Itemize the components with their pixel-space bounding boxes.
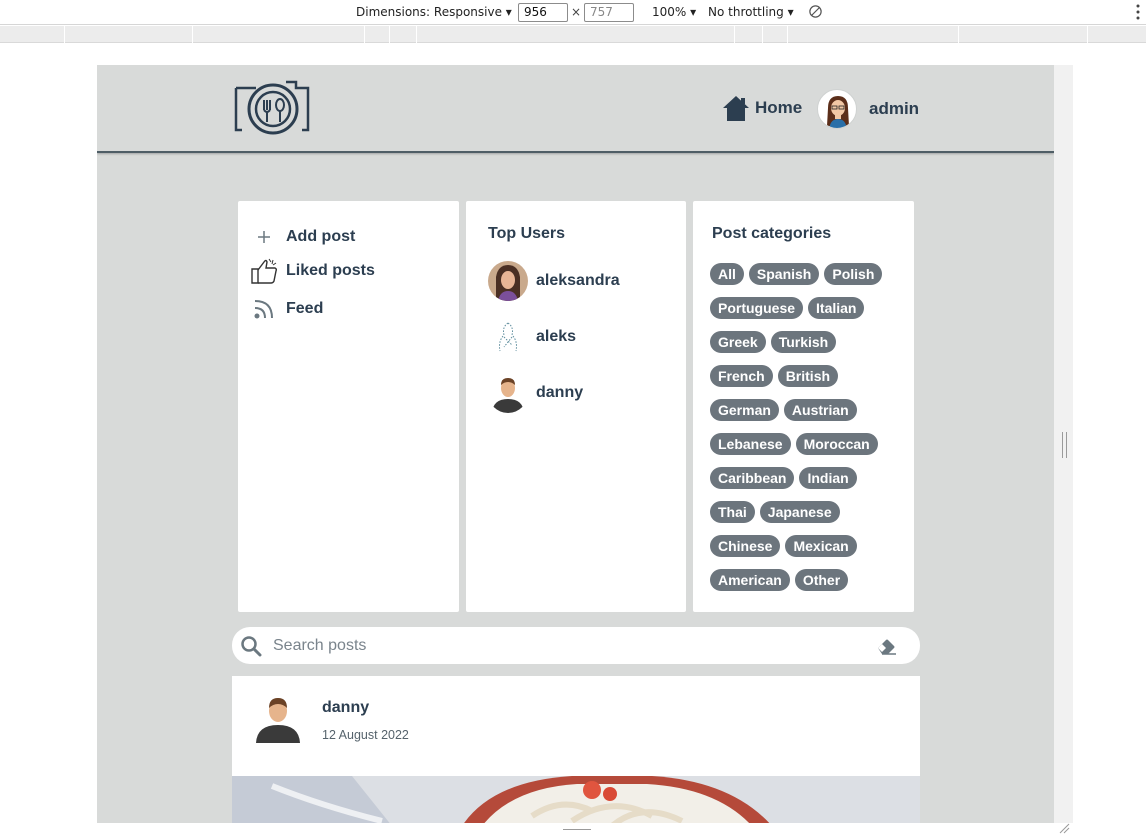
nav-home-link[interactable]: Home <box>721 93 802 123</box>
page-viewport: Home admin Add post Liked posts Feed Top… <box>97 65 1054 823</box>
category-tag[interactable]: Austrian <box>783 399 857 421</box>
category-tag[interactable]: Moroccan <box>795 433 878 455</box>
rss-icon <box>248 293 280 325</box>
categories-title: Post categories <box>712 225 832 242</box>
post-author-avatar[interactable] <box>254 693 302 743</box>
admin-avatar <box>817 89 857 129</box>
category-tag[interactable]: Thai <box>710 501 755 523</box>
viewport-height-input[interactable]: 757 <box>584 3 634 22</box>
feed-link[interactable]: Feed <box>248 293 323 325</box>
top-user-item[interactable]: aleks <box>488 317 576 357</box>
category-tag[interactable]: All <box>710 263 744 285</box>
add-post-label: Add post <box>286 228 356 245</box>
nav-user-link[interactable]: admin <box>817 89 919 129</box>
liked-posts-label: Liked posts <box>286 262 375 279</box>
category-tag[interactable]: Lebanese <box>710 433 791 455</box>
eraser-icon[interactable] <box>875 637 897 655</box>
media-query-ruler[interactable] <box>0 26 1146 43</box>
liked-posts-link[interactable]: Liked posts <box>248 255 375 287</box>
category-tag[interactable]: Spanish <box>748 263 820 285</box>
devtools-toolbar: Dimensions: Responsive ▾ 956 × 757 100% … <box>0 0 1146 25</box>
zoom-dropdown[interactable]: 100% ▾ <box>652 5 696 19</box>
category-tag[interactable]: Other <box>794 569 849 591</box>
top-user-item[interactable]: aleksandra <box>488 261 620 301</box>
viewport-width-input[interactable]: 956 <box>518 3 568 22</box>
camera-plate-logo[interactable] <box>234 80 310 136</box>
rotate-icon[interactable] <box>808 4 823 19</box>
thumbs-up-icon <box>248 255 280 287</box>
post-author[interactable]: danny <box>322 699 369 717</box>
top-users-panel: Top Users aleksandra aleks danny <box>466 201 686 612</box>
category-tag[interactable]: Chinese <box>710 535 781 557</box>
category-tag[interactable]: German <box>710 399 779 421</box>
category-tag[interactable]: French <box>710 365 773 387</box>
dimension-separator: × <box>571 5 582 19</box>
nav-home-label: Home <box>755 98 803 117</box>
search-input[interactable] <box>273 636 863 655</box>
dimensions-dropdown[interactable]: Dimensions: Responsive ▾ <box>356 5 512 19</box>
search-icon <box>241 635 262 656</box>
navbar: Home admin <box>97 65 1054 153</box>
post-image[interactable] <box>232 776 920 823</box>
throttling-dropdown[interactable]: No throttling ▾ <box>708 5 794 19</box>
user-avatar <box>488 261 528 301</box>
user-name: aleks <box>536 328 577 345</box>
plus-icon <box>248 221 280 253</box>
category-tag[interactable]: Japanese <box>759 501 840 523</box>
category-tag[interactable]: Greek <box>710 331 766 353</box>
more-options-icon[interactable] <box>1136 4 1140 20</box>
category-tag[interactable]: Mexican <box>785 535 857 557</box>
categories-panel: Post categories All Spanish Polish Portu… <box>693 201 914 612</box>
top-user-item[interactable]: danny <box>488 373 583 413</box>
category-tag[interactable]: Portuguese <box>710 297 804 319</box>
house-icon <box>723 96 749 121</box>
category-tag[interactable]: Caribbean <box>710 467 795 489</box>
menu-panel: Add post Liked posts Feed <box>238 201 459 612</box>
user-name: aleksandra <box>536 272 620 289</box>
category-tag[interactable]: British <box>777 365 839 387</box>
user-avatar <box>488 317 528 357</box>
top-users-title: Top Users <box>488 225 566 242</box>
user-name: danny <box>536 384 584 401</box>
nav-user-label: admin <box>869 99 920 118</box>
category-tag[interactable]: Italian <box>808 297 865 319</box>
resize-handle-bottom[interactable] <box>563 829 591 830</box>
feed-label: Feed <box>286 300 324 317</box>
post-date: 12 August 2022 <box>322 728 409 742</box>
category-tag[interactable]: Turkish <box>770 331 837 353</box>
user-avatar <box>488 373 528 413</box>
resize-handle-right[interactable] <box>1062 432 1067 458</box>
category-tags: All Spanish Polish Portuguese Italian Gr… <box>710 263 900 603</box>
category-tag[interactable]: American <box>710 569 790 591</box>
category-tag[interactable]: Polish <box>824 263 883 285</box>
add-post-link[interactable]: Add post <box>248 221 355 253</box>
category-tag[interactable]: Indian <box>799 467 857 489</box>
search-bar <box>232 627 920 664</box>
resize-corner-icon[interactable] <box>1058 822 1070 834</box>
